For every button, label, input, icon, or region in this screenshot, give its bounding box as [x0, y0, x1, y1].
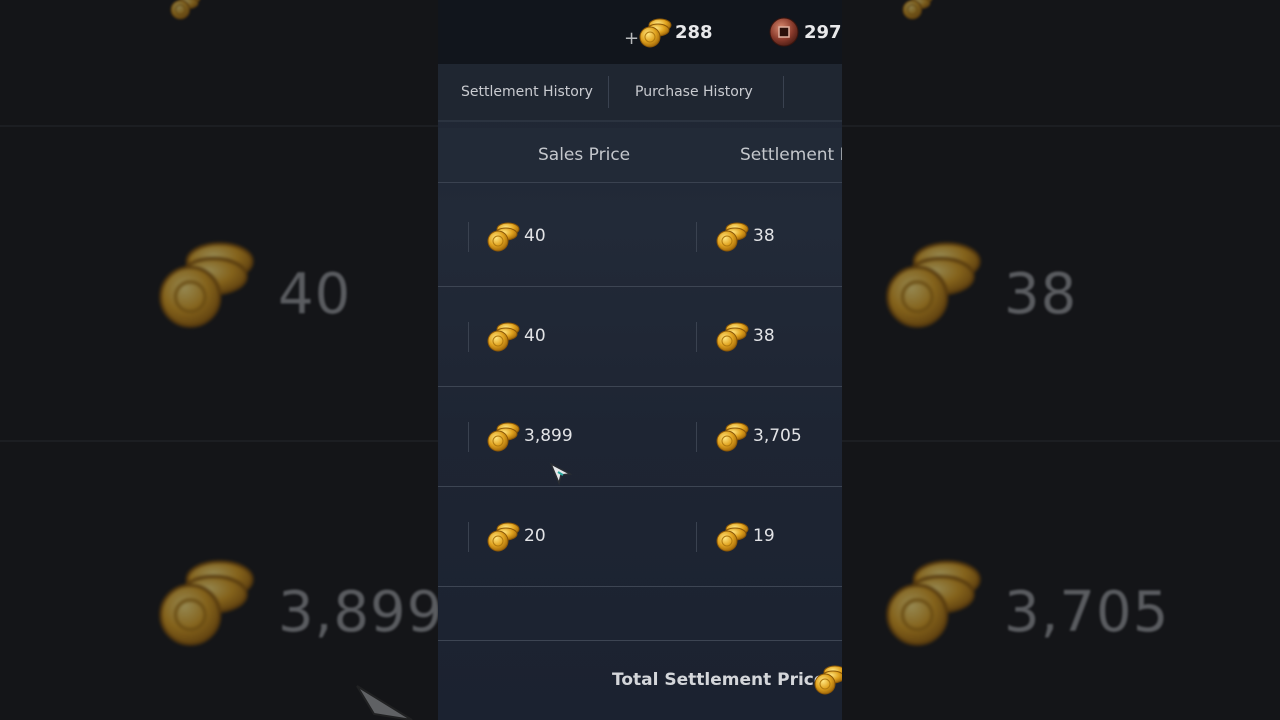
coin-stack-icon	[902, 0, 933, 20]
cursor-icon	[356, 685, 413, 720]
backdrop-right: 38 3,705	[842, 0, 1280, 720]
column-settlement-price: Settlement I	[740, 145, 842, 165]
bronze-currency: 297.	[768, 0, 842, 64]
sales-price-value: 40	[524, 326, 546, 346]
sales-price-cell: 40	[486, 186, 546, 286]
tab-divider	[783, 76, 784, 108]
cell-divider	[696, 222, 697, 252]
gold-coin-icon	[716, 522, 749, 552]
coin-stack-icon	[170, 0, 201, 20]
backdrop-value: 40	[278, 262, 352, 327]
sales-price-value: 40	[524, 226, 546, 246]
table-row[interactable]: 40 38	[438, 286, 842, 387]
gold-coin-icon	[814, 665, 842, 695]
backdrop-left: 40 3,899	[0, 0, 438, 720]
coin-stack-icon	[886, 560, 981, 646]
settlement-price-cell: 3,705	[715, 386, 802, 486]
gold-coin-icon	[716, 422, 749, 452]
gold-currency: 288	[638, 0, 713, 64]
gold-amount: 288	[675, 21, 713, 43]
gold-coin-icon	[639, 18, 672, 48]
settlement-panel: + 288 297. Settlement History Purchase H…	[438, 0, 842, 720]
currency-bar: + 288 297.	[438, 0, 842, 64]
gold-coin-icon	[487, 422, 520, 452]
cell-divider	[468, 422, 469, 452]
tab-divider	[608, 76, 609, 108]
settlement-price-cell: 38	[715, 286, 775, 386]
settlement-price-value: 3,705	[753, 426, 802, 446]
cell-divider	[696, 322, 697, 352]
cell-divider	[468, 222, 469, 252]
coin-stack-icon	[159, 242, 254, 328]
backdrop-value: 38	[1004, 262, 1078, 327]
cell-divider	[468, 522, 469, 552]
add-currency-button[interactable]: +	[624, 28, 639, 49]
settlement-price-value: 38	[753, 226, 775, 246]
cursor-icon	[549, 462, 573, 486]
sales-price-value: 3,899	[524, 426, 573, 446]
gold-coin-icon	[487, 522, 520, 552]
gold-coin-icon	[487, 322, 520, 352]
coin-stack-icon	[886, 242, 981, 328]
gold-coin-icon	[487, 222, 520, 252]
total-settlement-label: Total Settlement Price	[612, 670, 826, 690]
settlement-price-cell: 19	[715, 486, 775, 586]
settlement-price-cell: 38	[715, 186, 775, 286]
sales-price-cell: 40	[486, 286, 546, 386]
tab-purchase-history[interactable]: Purchase History	[635, 64, 753, 120]
bronze-amount: 297.	[804, 21, 842, 43]
table-row[interactable]: 3,899 3,705	[438, 386, 842, 487]
bronze-coin-icon	[769, 17, 799, 47]
sales-price-cell: 20	[486, 486, 546, 586]
total-settlement-bar: Total Settlement Price	[438, 640, 842, 715]
backdrop-divider	[842, 125, 1280, 127]
backdrop-value: 3,899	[278, 580, 438, 645]
table-row[interactable]: 40 38	[438, 186, 842, 287]
gold-coin-icon	[716, 322, 749, 352]
cell-divider	[468, 322, 469, 352]
sales-price-value: 20	[524, 526, 546, 546]
cell-divider	[696, 422, 697, 452]
backdrop-divider	[0, 440, 438, 442]
backdrop-divider	[0, 125, 438, 127]
backdrop-divider	[842, 440, 1280, 442]
coin-stack-icon	[159, 560, 254, 646]
backdrop-value: 3,705	[1004, 580, 1170, 645]
history-tabs: Settlement History Purchase History	[438, 64, 842, 122]
gold-coin-icon	[716, 222, 749, 252]
cell-divider	[696, 522, 697, 552]
table-header: Sales Price Settlement I	[438, 128, 842, 183]
settlement-price-value: 38	[753, 326, 775, 346]
settlement-price-value: 19	[753, 526, 775, 546]
table-row[interactable]: 20 19	[438, 486, 842, 587]
tab-settlement-history[interactable]: Settlement History	[461, 64, 593, 120]
column-sales-price: Sales Price	[538, 145, 631, 165]
